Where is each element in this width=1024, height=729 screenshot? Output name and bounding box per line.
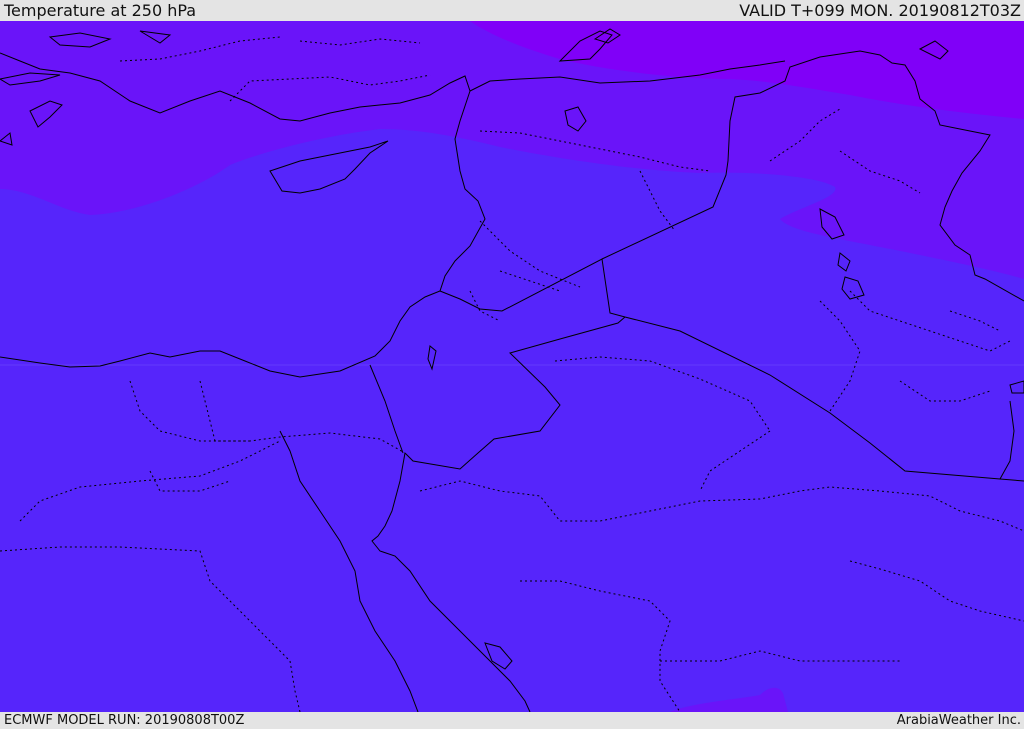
map-title: Temperature at 250 hPa (4, 1, 197, 20)
header-bar: Temperature at 250 hPa VALID T+099 MON. … (0, 0, 1024, 21)
model-run-label: ECMWF MODEL RUN: 20190808T00Z (4, 713, 245, 728)
valid-time-label: VALID T+099 MON. 20190812T03Z (739, 1, 1021, 20)
credit-label: ArabiaWeather Inc. (896, 713, 1021, 728)
temperature-map[interactable] (0, 21, 1024, 712)
footer-bar: ECMWF MODEL RUN: 20190808T00Z ArabiaWeat… (0, 712, 1024, 729)
